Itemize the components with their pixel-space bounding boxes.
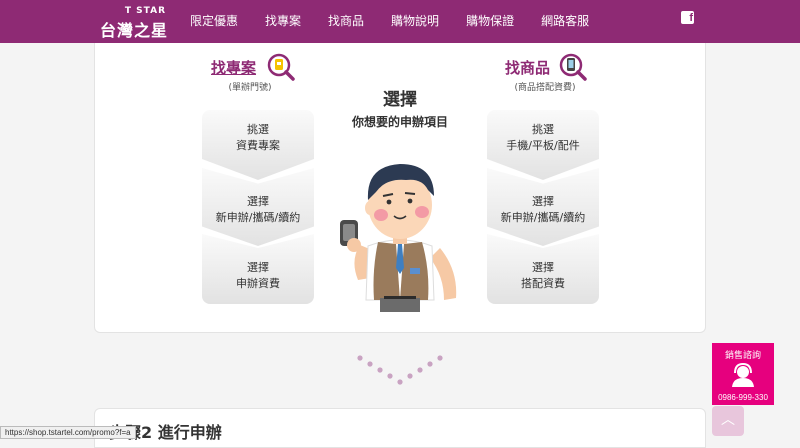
product-step-3-line2: 搭配資費	[521, 277, 565, 290]
center-title: 選擇	[383, 90, 417, 110]
plan-step-3-line1: 選擇	[247, 261, 269, 274]
find-product-subtitle: (商品搭配資費)	[514, 83, 576, 93]
product-search-icon	[559, 53, 587, 81]
scroll-down-dots-icon	[357, 355, 443, 385]
main-nav: 限定優惠 找專案 找商品 購物說明 購物保證 網路客服	[190, 0, 616, 43]
product-step-2-line2: 新申辦/攜碼/續約	[500, 211, 586, 224]
plan-search-icon	[267, 53, 295, 81]
product-step-2-line1: 選擇	[532, 195, 554, 208]
nav-item-find-product[interactable]: 找商品	[328, 0, 364, 43]
sales-consult-label: 銷售諮詢	[724, 351, 761, 361]
find-product-link[interactable]: 找商品	[505, 57, 550, 78]
product-step-3-line1: 選擇	[532, 261, 554, 274]
product-step-1: 挑選 手機/平板/配件	[487, 110, 599, 180]
center-subtitle: 你想要的申辦項目	[351, 115, 448, 129]
back-to-top-button[interactable]: ︿	[712, 406, 744, 436]
step2-section: 步驟2 進行申辦	[94, 408, 706, 448]
plan-steps: 挑選 資費專案 選擇 新申辦/攜碼/續約 選擇 申辦資費	[202, 110, 314, 304]
nav-item-find-plan[interactable]: 找專案	[265, 0, 301, 43]
brand-logo-en: T STAR	[124, 6, 166, 16]
plan-step-3-line2: 申辦資費	[236, 277, 280, 290]
nav-item-online-service[interactable]: 網路客服	[541, 0, 589, 43]
plan-step-1-line2: 資費專案	[236, 139, 280, 152]
product-steps: 挑選 手機/平板/配件 選擇 新申辦/攜碼/續約 選擇 搭配資費	[487, 110, 599, 304]
plan-step-2-line2: 新申辦/攜碼/續約	[215, 211, 301, 224]
headset-agent-icon	[732, 362, 754, 387]
product-step-1-line1: 挑選	[532, 123, 554, 136]
nav-item-shopping-guide[interactable]: 購物說明	[391, 0, 439, 43]
brand-logo[interactable]: T STAR 台灣之星	[100, 6, 170, 40]
browser-status-url: https://shop.tstartel.com/promo?f=a	[0, 426, 136, 439]
plan-step-2-line1: 選擇	[247, 195, 269, 208]
staff-character-illustration	[340, 164, 457, 312]
brand-logo-zh: 台灣之星	[100, 21, 169, 40]
nav-item-limited-offer[interactable]: 限定優惠	[190, 0, 238, 43]
find-plan-link[interactable]: 找專案	[211, 57, 256, 78]
sales-consult-button[interactable]: 銷售諮詢 0986-999-330	[712, 343, 774, 405]
facebook-icon[interactable]: f	[681, 11, 694, 24]
top-navbar: T STAR 台灣之星 限定優惠 找專案 找商品 購物說明 購物保證 網路客服 …	[0, 0, 800, 43]
product-step-1-line2: 手機/平板/配件	[506, 139, 580, 152]
nav-item-shopping-guarantee[interactable]: 購物保證	[466, 0, 514, 43]
sales-phone-number: 0986-999-330	[718, 393, 768, 402]
